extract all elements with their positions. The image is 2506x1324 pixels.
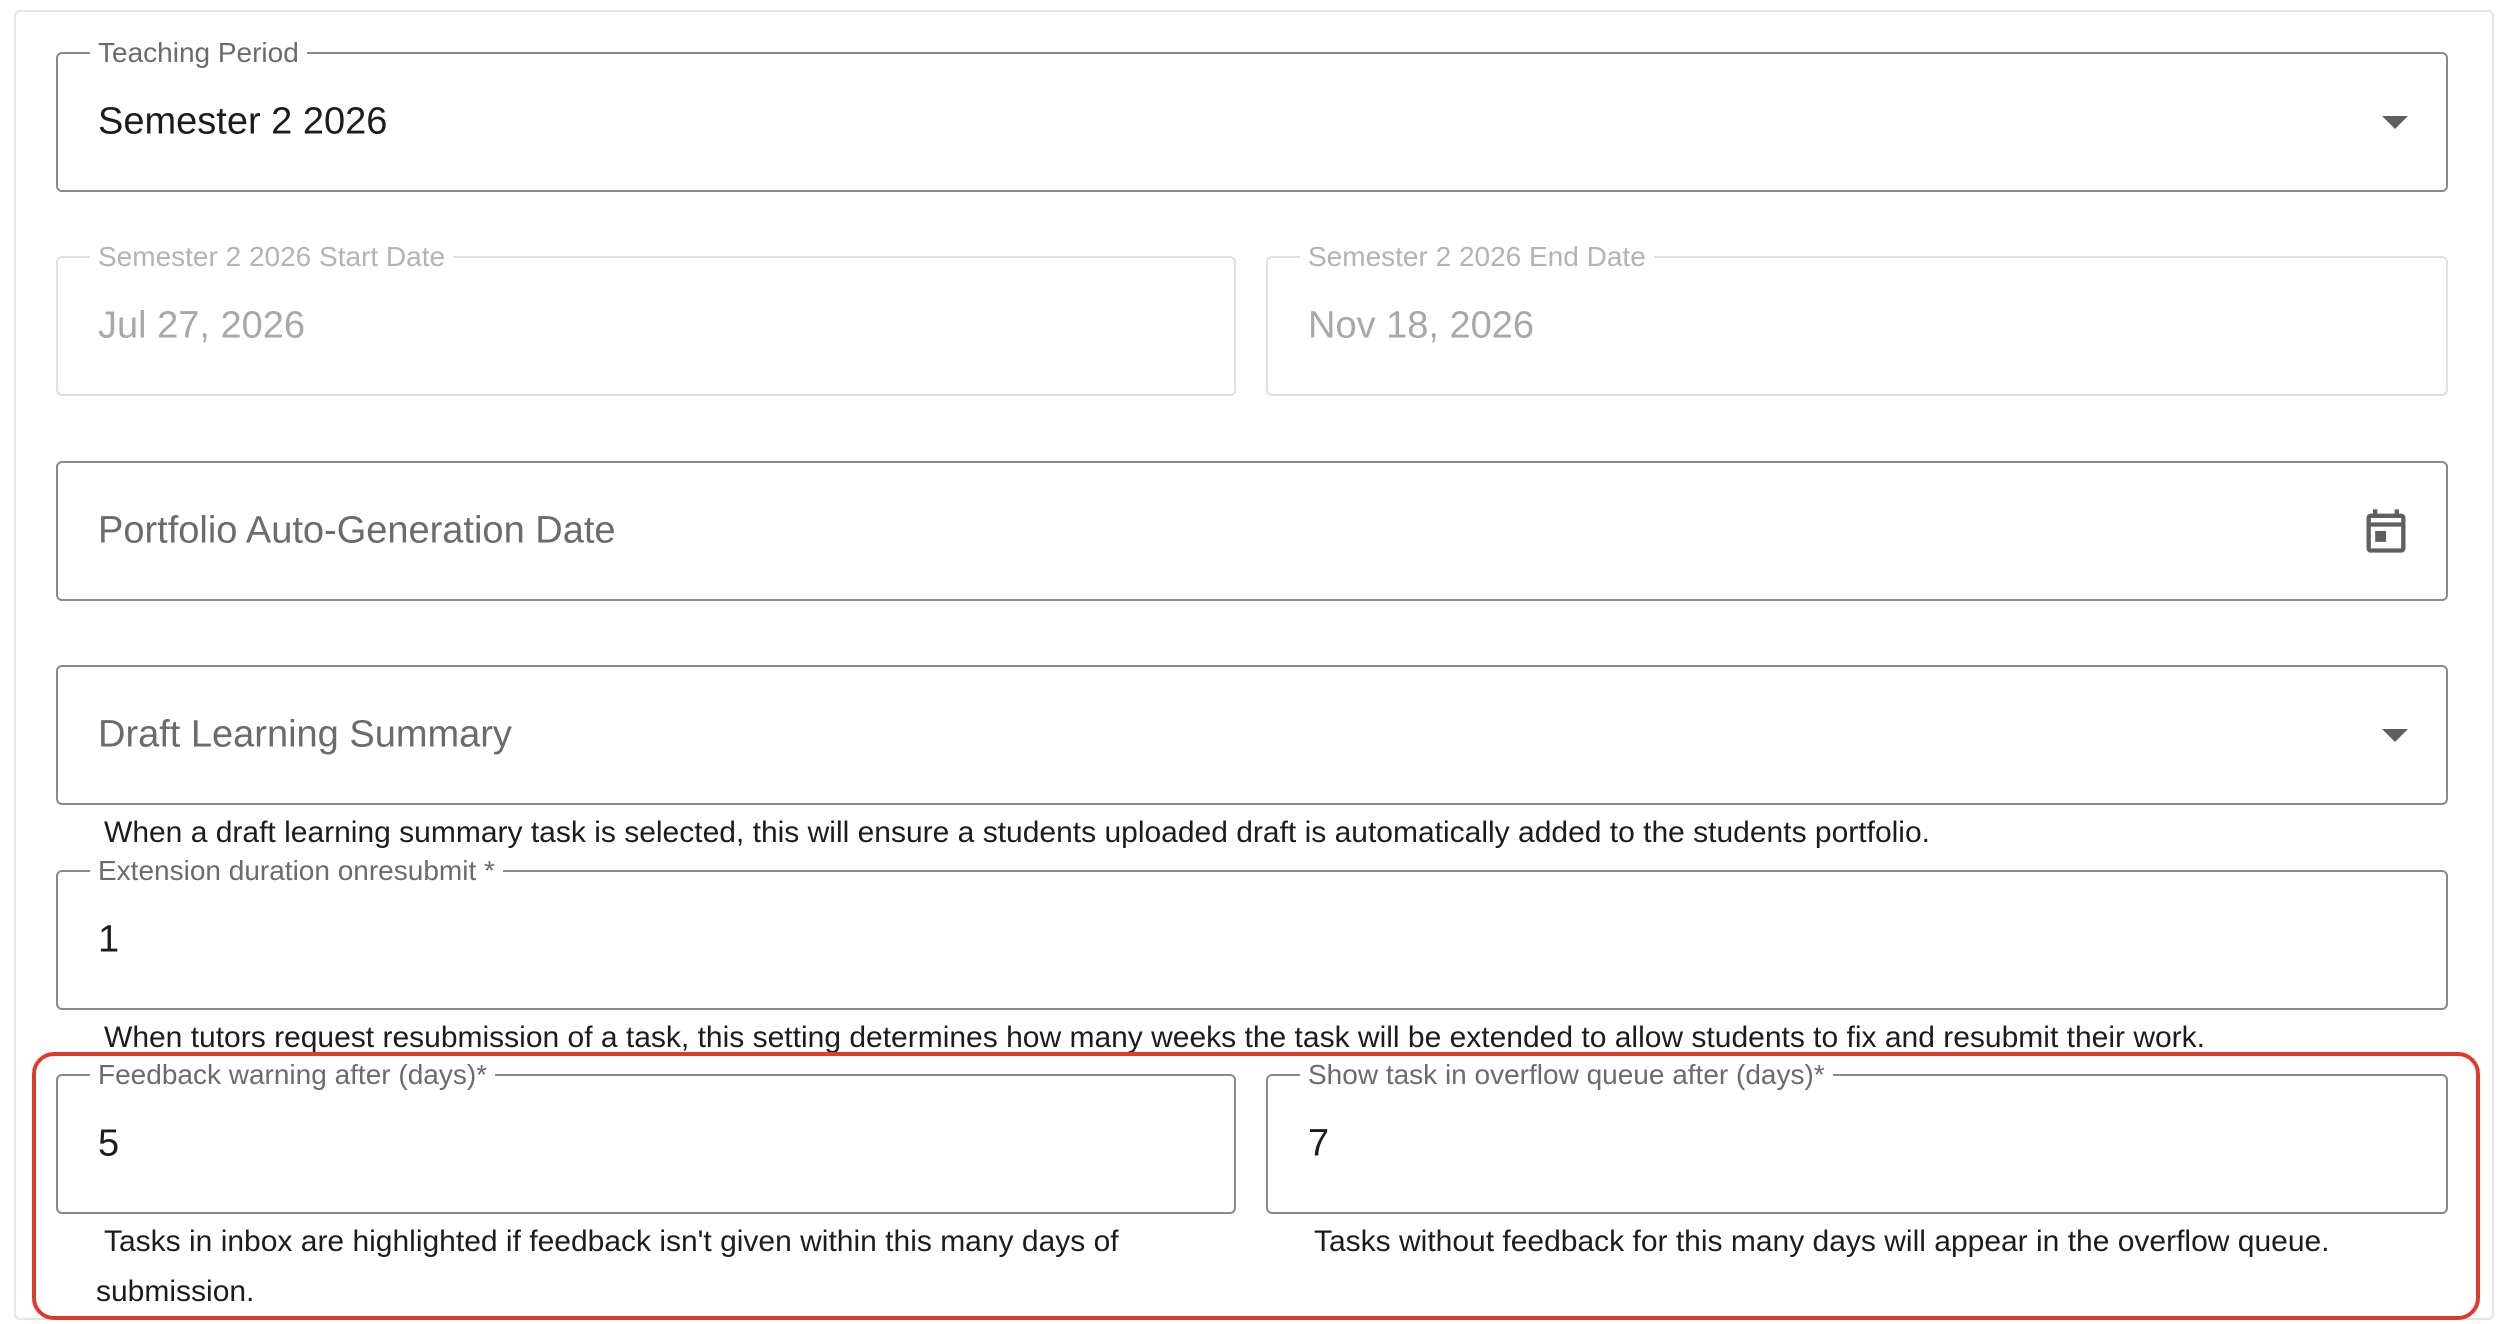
feedback-warning-hint: Tasks in inbox are highlighted if feedba… (96, 1225, 1119, 1308)
teaching-period-label: Teaching Period (90, 37, 307, 69)
feedback-warning-value: 5 (98, 1122, 120, 1165)
overflow-queue-input[interactable]: Show task in overflow queue after (days)… (1266, 1059, 2448, 1214)
start-date-value: Jul 27, 2026 (98, 304, 306, 347)
extension-duration-input[interactable]: Extension duration onresubmit * 1 (56, 855, 2448, 1010)
feedback-warning-label: Feedback warning after (days)* (90, 1059, 496, 1091)
draft-learning-summary-hint: When a draft learning summary task is se… (104, 816, 1930, 849)
feedback-warning-input[interactable]: Feedback warning after (days)* 5 (56, 1059, 1236, 1214)
calendar-icon[interactable] (2360, 505, 2412, 557)
extension-duration-label: Extension duration onresubmit * (90, 855, 503, 887)
teaching-period-select[interactable]: Teaching Period Semester 2 2026 (56, 37, 2448, 192)
overflow-queue-hint: Tasks without feedback for this many day… (1314, 1225, 2330, 1258)
extension-duration-hint: When tutors request resubmission of a ta… (104, 1021, 2205, 1054)
portfolio-date-placeholder: Portfolio Auto-Generation Date (98, 509, 616, 552)
portfolio-date-input[interactable]: Portfolio Auto-Generation Date (56, 461, 2448, 601)
overflow-queue-value: 7 (1308, 1122, 1330, 1165)
end-date-value: Nov 18, 2026 (1308, 304, 1535, 347)
end-date-label: Semester 2 2026 End Date (1300, 241, 1654, 273)
start-date-field: Semester 2 2026 Start Date Jul 27, 2026 (56, 241, 1236, 396)
draft-learning-summary-select[interactable]: Draft Learning Summary (56, 665, 2448, 805)
start-date-label: Semester 2 2026 Start Date (90, 241, 454, 273)
chevron-down-icon[interactable] (2382, 116, 2408, 129)
draft-learning-summary-placeholder: Draft Learning Summary (98, 713, 512, 756)
extension-duration-value: 1 (98, 918, 120, 961)
chevron-down-icon[interactable] (2382, 729, 2408, 742)
overflow-queue-label: Show task in overflow queue after (days)… (1300, 1059, 1833, 1091)
teaching-period-value: Semester 2 2026 (98, 100, 388, 143)
end-date-field: Semester 2 2026 End Date Nov 18, 2026 (1266, 241, 2448, 396)
